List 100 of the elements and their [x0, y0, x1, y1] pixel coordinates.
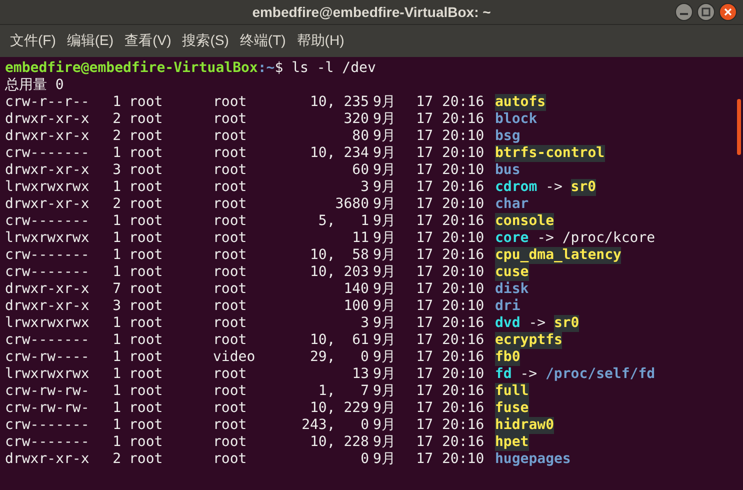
size-text: 11 [351, 230, 369, 247]
size-text: 320 [342, 111, 369, 128]
time-text: 20:16 [441, 400, 486, 417]
group-text: root [213, 162, 248, 179]
owner-text: root [128, 315, 164, 332]
time-text: 20:10 [441, 366, 486, 383]
links-text: 1 [112, 349, 121, 366]
file-name: dri [495, 298, 520, 315]
month-text: 9月 [372, 400, 396, 417]
file-name: autofs [495, 94, 546, 111]
day-text: 17 [415, 366, 433, 383]
permissions-text: crw------- [5, 434, 90, 451]
file-name: btrfs-control [495, 145, 605, 162]
size-text: 3 [360, 179, 369, 196]
size-text: 80 [351, 128, 369, 145]
links-text: 1 [112, 434, 121, 451]
links-text: 1 [112, 213, 121, 230]
month-text: 9月 [372, 366, 396, 383]
links-text: 2 [112, 128, 121, 145]
menu-item[interactable]: 搜索(S) [182, 32, 229, 50]
time-text: 20:16 [441, 417, 486, 434]
time-text: 20:10 [441, 128, 486, 145]
permissions-text: drwxr-xr-x [5, 451, 90, 468]
file-name: full [495, 383, 529, 400]
permissions-text: drwxr-xr-x [5, 298, 90, 315]
group-text: root [213, 230, 248, 247]
day-text: 17 [415, 281, 433, 298]
permissions-text: crw------- [5, 417, 90, 434]
day-text: 17 [415, 247, 433, 264]
day-text: 17 [415, 196, 433, 213]
day-text: 17 [415, 315, 433, 332]
link-target: /proc/self/fd [546, 366, 656, 383]
time-text: 20:10 [441, 162, 486, 179]
file-name: block [495, 111, 538, 128]
close-icon [723, 7, 733, 17]
total-text: 总用量 0 [5, 77, 65, 94]
time-text: 20:10 [441, 145, 486, 162]
file-name: cuse [495, 264, 529, 281]
month-text: 9月 [372, 179, 396, 196]
menu-item[interactable]: 文件(F) [10, 32, 56, 50]
owner-text: root [128, 400, 164, 417]
day-text: 17 [415, 111, 433, 128]
day-text: 17 [415, 349, 433, 366]
owner-text: root [128, 366, 164, 383]
scrollbar-thumb[interactable] [737, 99, 741, 155]
file-name: cdrom [495, 179, 538, 196]
time-text: 20:10 [441, 451, 486, 468]
permissions-text: crw-rw---- [5, 349, 90, 366]
month-text: 9月 [372, 451, 396, 468]
time-text: 20:16 [441, 349, 486, 366]
month-text: 9月 [372, 315, 396, 332]
links-text: 1 [112, 247, 121, 264]
menu-item[interactable]: 终端(T) [240, 32, 286, 50]
time-text: 20:16 [441, 434, 486, 451]
time-text: 20:10 [441, 298, 486, 315]
size-text: 5, 1 [317, 213, 369, 230]
month-text: 9月 [372, 281, 396, 298]
minimize-button[interactable] [675, 3, 693, 21]
month-text: 9月 [372, 162, 396, 179]
size-text: 10, 203 [308, 264, 369, 281]
group-text: root [213, 111, 248, 128]
day-text: 17 [415, 213, 433, 230]
links-text: 1 [112, 400, 121, 417]
link-target: sr0 [570, 179, 596, 196]
group-text: root [213, 128, 248, 145]
group-text: root [213, 400, 248, 417]
group-text: root [213, 179, 248, 196]
menu-item[interactable]: 帮助(H) [296, 32, 344, 50]
time-text: 20:16 [441, 383, 486, 400]
size-text: 10, 61 [308, 332, 369, 349]
permissions-text: crw------- [5, 264, 90, 281]
group-text: root [213, 281, 248, 298]
menu-item[interactable]: 查看(V) [124, 32, 172, 50]
close-button[interactable] [719, 3, 737, 21]
links-text: 1 [112, 230, 121, 247]
owner-text: root [128, 213, 164, 230]
size-text: 1, 7 [317, 383, 369, 400]
file-name: hpet [495, 434, 529, 451]
day-text: 17 [415, 332, 433, 349]
permissions-text: lrwxrwxrwx [5, 179, 90, 196]
time-text: 20:10 [441, 281, 486, 298]
owner-text: root [128, 349, 164, 366]
menu-item[interactable]: 编辑(E) [66, 32, 114, 50]
links-text: 1 [112, 332, 121, 349]
month-text: 9月 [372, 298, 396, 315]
links-text: 3 [112, 298, 121, 315]
time-text: 20:16 [441, 332, 486, 349]
maximize-button[interactable] [697, 3, 715, 21]
size-text: 10, 228 [308, 434, 369, 451]
time-text: 20:16 [441, 247, 486, 264]
maximize-icon [701, 7, 711, 17]
links-text: 1 [112, 94, 121, 111]
file-name: ecryptfs [495, 332, 562, 349]
group-text: root [213, 213, 248, 230]
month-text: 9月 [372, 332, 396, 349]
time-text: 20:16 [441, 111, 486, 128]
group-text: root [213, 434, 248, 451]
links-text: 1 [112, 264, 121, 281]
day-text: 17 [415, 145, 433, 162]
size-text: 140 [342, 281, 369, 298]
